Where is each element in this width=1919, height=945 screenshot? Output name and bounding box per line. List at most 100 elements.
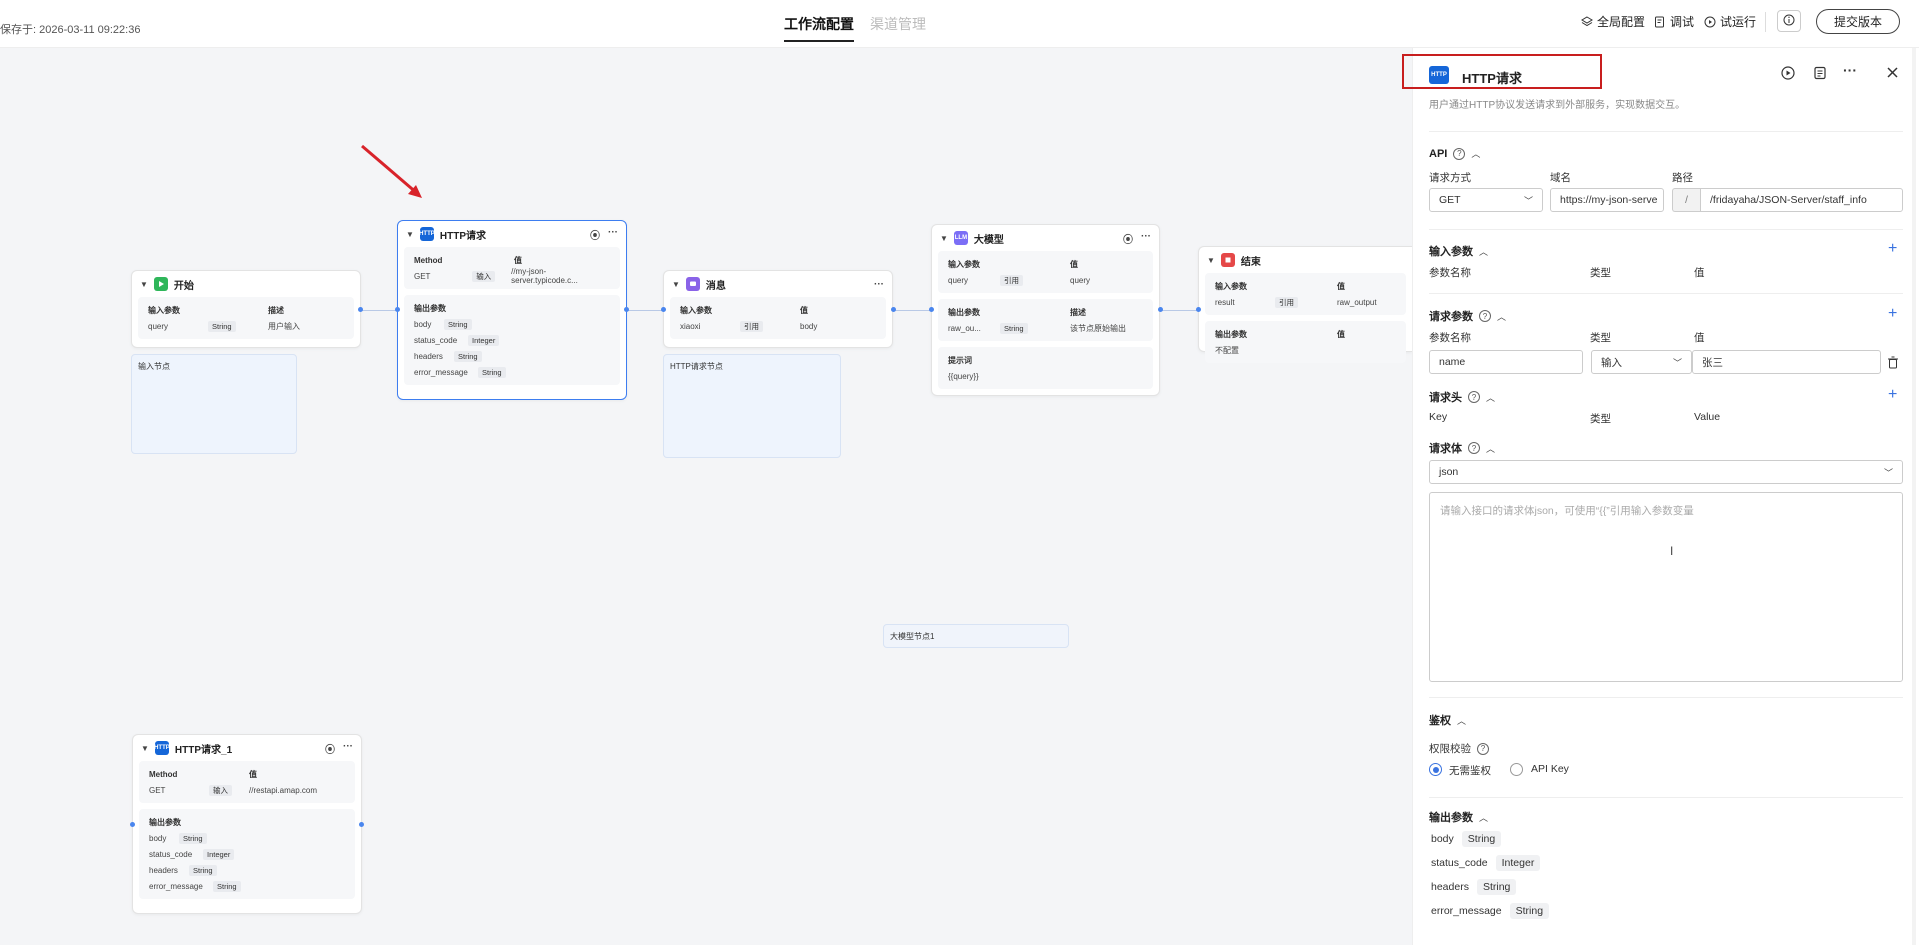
node-llm[interactable]: ▼ LLM 大模型 ⦿ ··· 输入参数值 query 引用 query 输出参数 描述… [931, 224, 1160, 396]
doc-icon[interactable] [1813, 66, 1827, 83]
auth-section-header[interactable]: 鉴权 ︿ [1429, 712, 1466, 728]
output-port[interactable] [1158, 307, 1163, 312]
close-icon[interactable] [1886, 66, 1899, 82]
body-type-select[interactable]: json ﹀ [1429, 460, 1903, 484]
col-param-name: 参数名称 [1429, 332, 1471, 344]
global-config-button[interactable]: 全局配置 [1580, 13, 1645, 30]
domain-input[interactable]: https://my-json-serve [1550, 188, 1664, 212]
help-icon: ? [1453, 147, 1466, 160]
node-title: 消息 [705, 280, 726, 292]
add-request-param-icon[interactable]: + [1888, 306, 1897, 322]
more-icon[interactable]: ··· [608, 227, 618, 242]
domain-label: 域名 [1550, 172, 1571, 184]
path-label: 路径 [1672, 172, 1693, 184]
divider [1429, 697, 1903, 698]
output-row: headers String [1431, 879, 1517, 895]
top-header: 保存于: 2026-03-11 09:22:36 工作流配置 渠道管理 全局配置… [0, 0, 1919, 48]
param-value-input[interactable]: 张三 [1692, 350, 1881, 374]
method-select[interactable]: GET ﹀ [1429, 188, 1543, 212]
note-llm-node[interactable]: 大模型节点1 [883, 624, 1069, 648]
node-start[interactable]: ▼ 开始 输入参数 描述 query String 用户输入 [131, 270, 361, 348]
run-node-icon[interactable]: ⦿ [1123, 231, 1133, 246]
run-node-icon[interactable]: ⦿ [325, 741, 335, 756]
trash-icon[interactable] [1887, 356, 1899, 372]
more-icon[interactable]: ··· [1843, 62, 1857, 78]
http-icon: HTTP [419, 227, 435, 241]
divider [1429, 229, 1903, 230]
col-value: Value [1694, 411, 1721, 423]
output-port[interactable] [359, 822, 364, 827]
chevron-up-icon: ︿ [1479, 812, 1489, 823]
no-auth-label[interactable]: 无需鉴权 [1449, 763, 1491, 778]
path-input[interactable]: /fridayaha/JSON-Server/staff_info [1700, 188, 1903, 212]
request-params-header[interactable]: 请求参数? ︿ [1429, 308, 1506, 324]
start-icon [153, 277, 168, 291]
note-input-node[interactable]: 输入节点 [131, 354, 297, 454]
collapse-caret-icon[interactable]: ▼ [406, 230, 414, 239]
node-http-request-1[interactable]: ▼ HTTP HTTP请求_1 ⦿ ··· Method 值 GET 输入//rest… [132, 734, 362, 914]
run-icon[interactable] [1781, 66, 1795, 83]
save-time: 保存于: 2026-03-11 09:22:36 [0, 24, 141, 36]
trial-run-label: 试运行 [1720, 15, 1757, 29]
submit-version-button[interactable]: 提交版本 [1816, 9, 1900, 34]
col-param-name: 参数名称 [1429, 267, 1471, 279]
edge-start-http [361, 310, 397, 311]
input-port[interactable] [130, 822, 135, 827]
input-params-header[interactable]: 输入参数 ︿ [1429, 243, 1488, 259]
panel-title: HTTP请求 [1462, 71, 1522, 86]
no-auth-radio[interactable] [1429, 763, 1442, 776]
run-node-icon[interactable]: ⦿ [590, 227, 600, 242]
annotation-arrow-icon [361, 144, 422, 198]
chevron-down-icon: ﹀ [1523, 195, 1533, 206]
path-prefix: / [1672, 188, 1700, 212]
param-name-input[interactable]: name [1429, 350, 1583, 374]
chevron-up-icon: ︿ [1471, 149, 1481, 159]
request-body-textarea[interactable]: 请输入接口的请求体json，可使用“{{”引用输入参数变量 [1429, 492, 1903, 682]
panel-scrollbar[interactable] [1912, 48, 1916, 945]
output-row: error_message String [1431, 903, 1550, 919]
node-end[interactable]: ▼ 结束 输入参数值 result 引用 raw_output 输出参数值 不配置 [1198, 246, 1412, 363]
input-port[interactable] [1196, 307, 1201, 312]
more-icon[interactable]: ··· [343, 741, 353, 756]
help-icon: ? [1468, 391, 1480, 403]
add-header-icon[interactable]: + [1888, 387, 1897, 403]
collapse-caret-icon[interactable]: ▼ [940, 234, 948, 243]
output-port[interactable] [891, 307, 896, 312]
help-icon: ? [1479, 310, 1491, 322]
collapse-caret-icon[interactable]: ▼ [1207, 256, 1215, 265]
col-type: 类型 [1590, 413, 1611, 425]
tab-channel-management[interactable]: 渠道管理 [870, 14, 926, 40]
output-port[interactable] [624, 307, 629, 312]
debug-button[interactable]: 调试 [1653, 13, 1694, 30]
info-button[interactable] [1777, 10, 1801, 32]
collapse-caret-icon[interactable]: ▼ [672, 280, 680, 289]
output-params-header[interactable]: 输出参数 ︿ [1429, 809, 1488, 825]
collapse-caret-icon[interactable]: ▼ [141, 744, 149, 753]
more-icon[interactable]: ··· [874, 279, 884, 290]
input-port[interactable] [929, 307, 934, 312]
note-http-request-node[interactable]: HTTP请求节点 [663, 354, 841, 458]
output-port[interactable] [358, 307, 363, 312]
more-icon[interactable]: ··· [1141, 231, 1151, 246]
workflow-canvas[interactable]: ▼ 开始 输入参数 描述 query String 用户输入 输入节点 ▼ HTTP … [0, 48, 1412, 945]
node-http-request[interactable]: ▼ HTTP HTTP请求 ⦿ ··· Method 值 GET 输入//my-jso… [397, 220, 627, 400]
chevron-up-icon: ︿ [1479, 246, 1489, 257]
node-message[interactable]: ▼ 消息 ··· 输入参数值 xiaoxi 引用 body [663, 270, 893, 348]
api-key-label[interactable]: API Key [1531, 763, 1569, 775]
output-row: status_code Integer [1431, 855, 1541, 871]
api-key-radio[interactable] [1510, 763, 1523, 776]
tab-workflow-config[interactable]: 工作流配置 [784, 14, 854, 42]
request-headers-header[interactable]: 请求头? ︿ [1429, 389, 1495, 405]
param-type-select[interactable]: 输入 ﹀ [1591, 350, 1692, 374]
api-section-header[interactable]: API? ︿ [1429, 147, 1480, 160]
trial-run-button[interactable]: 试运行 [1703, 13, 1756, 30]
http-icon: HTTP [154, 741, 170, 755]
input-port[interactable] [661, 307, 666, 312]
collapse-caret-icon[interactable]: ▼ [140, 280, 148, 289]
node-title: HTTP请求_1 [174, 744, 233, 756]
request-body-header[interactable]: 请求体? ︿ [1429, 440, 1495, 456]
debug-label: 调试 [1670, 15, 1695, 29]
input-port[interactable] [395, 307, 400, 312]
edge-http-msg [627, 310, 663, 311]
add-input-param-icon[interactable]: + [1888, 241, 1897, 257]
